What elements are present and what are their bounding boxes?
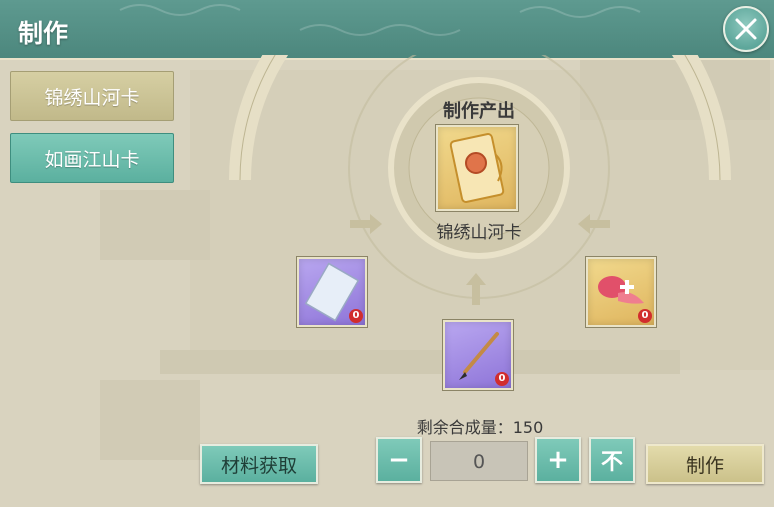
material-slot-brush[interactable]: 0 [443,320,513,390]
material-slot-paper[interactable]: 0 [297,257,367,327]
get-materials-button[interactable]: 材料获取 [200,444,318,484]
plus-icon: + [547,445,569,475]
title-bar: 制作 [0,0,774,60]
increase-quantity-button[interactable]: + [535,437,581,483]
sidebar-item-label: 锦绣山河卡 [44,86,140,109]
max-quantity-button[interactable]: 不 [589,437,635,483]
minus-icon: − [388,445,410,475]
sidebar-item-ruhua-card[interactable]: 如画江山卡 [10,133,174,183]
output-item-name: 锦绣山河卡 [436,223,522,243]
window-title: 制作 [18,19,69,48]
close-button[interactable] [723,6,769,52]
decrease-quantity-button[interactable]: − [376,437,422,483]
sidebar-item-jinxiu-card[interactable]: 锦绣山河卡 [10,71,174,121]
card-icon [449,133,505,203]
material-slot-silk[interactable]: 0 [586,257,656,327]
close-icon [735,18,757,40]
output-item-slot[interactable] [436,125,518,211]
crafting-window: 制作 锦绣山河卡 如画江山卡 制作产出 锦绣山河卡 0 0 0 剩余合成量：15… [0,0,774,507]
make-button-label: 制作 [685,454,724,477]
output-label: 制作产出 [443,101,515,122]
make-button[interactable]: 制作 [646,444,764,484]
get-materials-label: 材料获取 [220,454,297,477]
max-icon: 不 [600,450,623,475]
material-count-badge: 0 [349,309,363,323]
cloud-pattern [119,4,641,36]
material-count-badge: 0 [495,372,509,386]
sidebar-item-label: 如画江山卡 [44,148,140,171]
material-count-badge: 0 [638,309,652,323]
quantity-input[interactable]: 0 [430,441,528,481]
remaining-craft-count: 剩余合成量：150 [416,418,544,437]
